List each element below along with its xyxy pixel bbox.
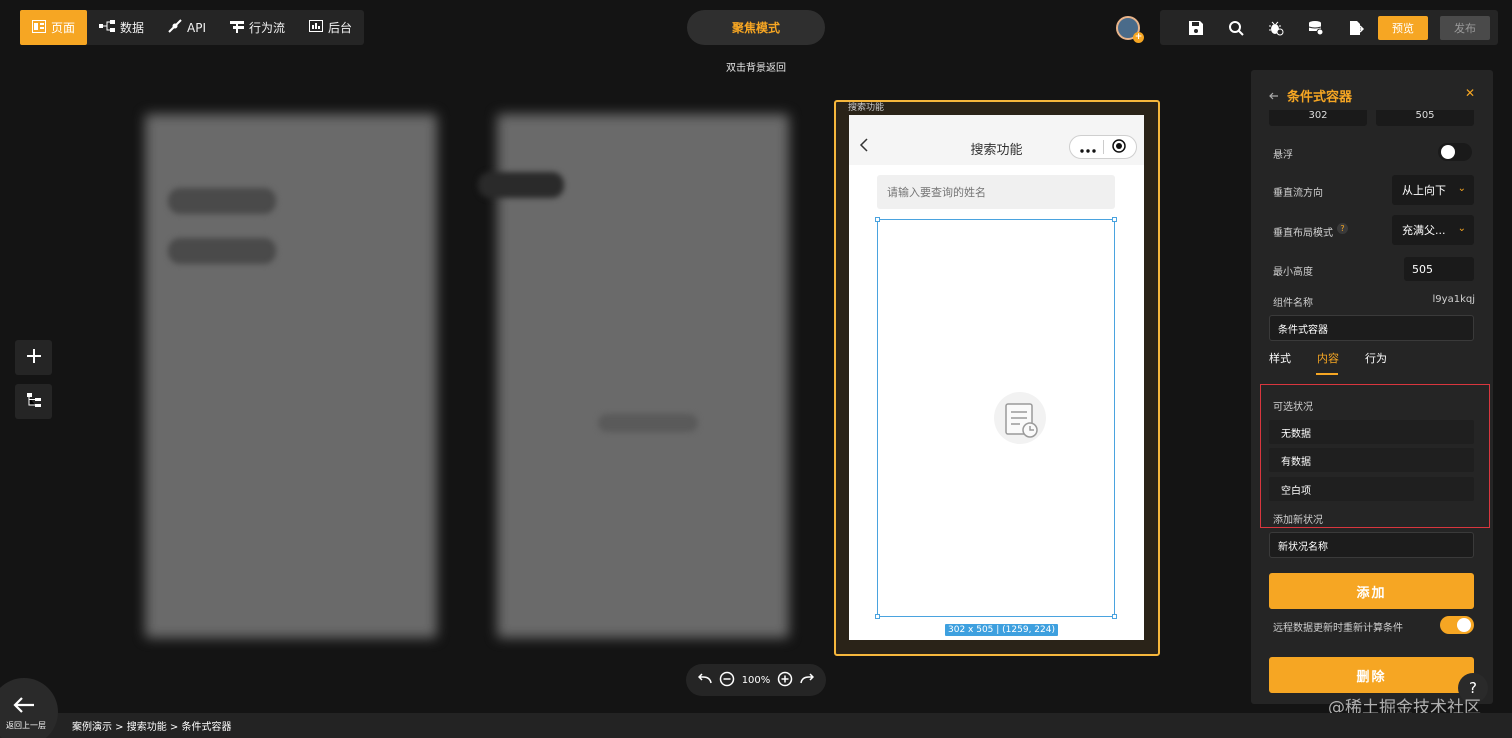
- vertical-flow-select[interactable]: 从上向下 ⌄: [1392, 175, 1474, 205]
- tab-behavior[interactable]: 行为: [1365, 350, 1387, 366]
- data-icon: [99, 20, 116, 35]
- tree-icon: [26, 392, 42, 412]
- chevron-down-icon: ⌄: [1457, 183, 1466, 194]
- blurred-element: [168, 188, 276, 214]
- nav-label: API: [187, 20, 207, 35]
- toolbar: 预览 发布: [1160, 10, 1498, 45]
- blurred-element: [168, 238, 276, 264]
- top-nav: 页面 数据 API 行为流 后台: [20, 10, 365, 45]
- focus-mode-hint: 双击背景返回: [726, 63, 786, 74]
- frame-label: 搜索功能: [848, 103, 885, 113]
- phone-header: 搜索功能: [849, 115, 1144, 165]
- add-state-button[interactable]: 添加: [1269, 573, 1474, 609]
- toggle-knob: [1457, 618, 1471, 632]
- capsule-divider: [1103, 140, 1105, 154]
- height-input[interactable]: 505: [1376, 110, 1474, 126]
- nav-label: 页面: [51, 21, 76, 35]
- nav-item-page[interactable]: 页面: [20, 10, 88, 45]
- resize-handle[interactable]: [875, 614, 880, 619]
- record-icon[interactable]: [1112, 138, 1126, 157]
- api-icon: [168, 19, 182, 36]
- vertical-layout-select[interactable]: 充满父... ⌄: [1392, 215, 1474, 245]
- page-icon: [32, 19, 46, 36]
- vertical-flow-value: 从上向下: [1402, 184, 1446, 197]
- debug-icon[interactable]: [1256, 10, 1296, 45]
- vertical-layout-value: 充满父...: [1402, 224, 1446, 237]
- resize-handle[interactable]: [1112, 614, 1117, 619]
- zoom-level: 100%: [741, 674, 771, 686]
- miniprogram-capsule[interactable]: [1069, 135, 1137, 159]
- nav-label: 行为流: [249, 21, 286, 35]
- phone-preview[interactable]: 搜索功能: [849, 115, 1144, 640]
- remote-recompute-toggle[interactable]: [1440, 616, 1474, 634]
- focus-mode-button[interactable]: 聚焦模式: [687, 10, 825, 45]
- new-state-name-input[interactable]: 新状况名称: [1269, 532, 1474, 558]
- save-icon[interactable]: [1176, 10, 1216, 45]
- database-check-icon[interactable]: [1296, 10, 1336, 45]
- arrow-left-icon: [13, 696, 35, 718]
- preview-button[interactable]: 预览: [1378, 15, 1428, 40]
- float-label: 悬浮: [1273, 150, 1293, 161]
- help-circle-icon[interactable]: ?: [1337, 223, 1348, 234]
- backend-icon: [309, 20, 324, 35]
- selected-condition-container[interactable]: [875, 217, 1117, 619]
- search-icon[interactable]: [1216, 10, 1256, 45]
- vertical-flow-label: 垂直流方向: [1273, 188, 1323, 199]
- avatar[interactable]: +: [1116, 16, 1144, 43]
- float-toggle[interactable]: [1438, 143, 1472, 161]
- panel-tabs: 样式 内容 行为: [1269, 350, 1387, 366]
- nav-item-api[interactable]: API: [156, 10, 218, 45]
- publish-button[interactable]: 发布: [1440, 15, 1490, 40]
- blurred-element: [478, 172, 564, 198]
- export-icon[interactable]: [1336, 10, 1376, 45]
- component-tree-button[interactable]: [15, 384, 52, 419]
- active-tab-indicator: [1316, 373, 1338, 375]
- toggle-knob: [1441, 145, 1455, 159]
- panel-header: 条件式容器: [1269, 86, 1352, 105]
- min-height-input[interactable]: 505: [1404, 257, 1474, 281]
- back-label: 返回上一层: [6, 721, 46, 730]
- width-input[interactable]: 302: [1269, 110, 1367, 126]
- component-name-input[interactable]: 条件式容器: [1269, 315, 1474, 341]
- component-id: l9ya1kqj: [1432, 294, 1475, 305]
- nav-label: 数据: [120, 21, 145, 35]
- blurred-element: [598, 414, 698, 432]
- tab-style[interactable]: 样式: [1269, 350, 1291, 366]
- breadcrumb: 案例演示 > 搜索功能 > 条件式容器: [72, 722, 232, 733]
- redo-icon[interactable]: [800, 672, 815, 688]
- add-collaborator-icon[interactable]: +: [1133, 32, 1144, 43]
- component-name-label: 组件名称: [1273, 298, 1313, 309]
- name-search-input[interactable]: [877, 175, 1115, 209]
- nav-item-data[interactable]: 数据: [87, 10, 156, 45]
- close-icon[interactable]: ✕: [1465, 86, 1475, 100]
- add-component-button[interactable]: [15, 340, 52, 375]
- chevron-down-icon: ⌄: [1457, 223, 1466, 234]
- empty-data-icon: [990, 390, 1050, 450]
- resize-handle[interactable]: [875, 217, 880, 222]
- tab-content[interactable]: 内容: [1317, 350, 1339, 366]
- more-icon[interactable]: [1080, 138, 1096, 157]
- arrow-left-icon[interactable]: [1269, 86, 1279, 105]
- remote-recompute-label: 远程数据更新时重新计算条件: [1273, 623, 1403, 634]
- zoom-bar: 100%: [686, 664, 826, 696]
- flow-icon: [230, 20, 245, 36]
- zoom-out-icon[interactable]: [719, 671, 735, 690]
- zoom-in-icon[interactable]: [777, 671, 793, 690]
- nav-item-flow[interactable]: 行为流: [218, 10, 297, 45]
- vertical-layout-label: 垂直布局模式: [1273, 228, 1333, 239]
- undo-icon[interactable]: [697, 672, 712, 688]
- highlight-box: [1260, 384, 1490, 528]
- panel-title: 条件式容器: [1287, 90, 1353, 105]
- nav-item-backend[interactable]: 后台: [297, 10, 364, 45]
- plus-icon: [26, 348, 42, 368]
- nav-label: 后台: [328, 21, 353, 35]
- resize-handle[interactable]: [1112, 217, 1117, 222]
- min-height-label: 最小高度: [1273, 267, 1313, 278]
- delete-button[interactable]: 删除: [1269, 657, 1474, 693]
- selection-size-tag: 302 x 505 | (1259, 224): [945, 624, 1058, 636]
